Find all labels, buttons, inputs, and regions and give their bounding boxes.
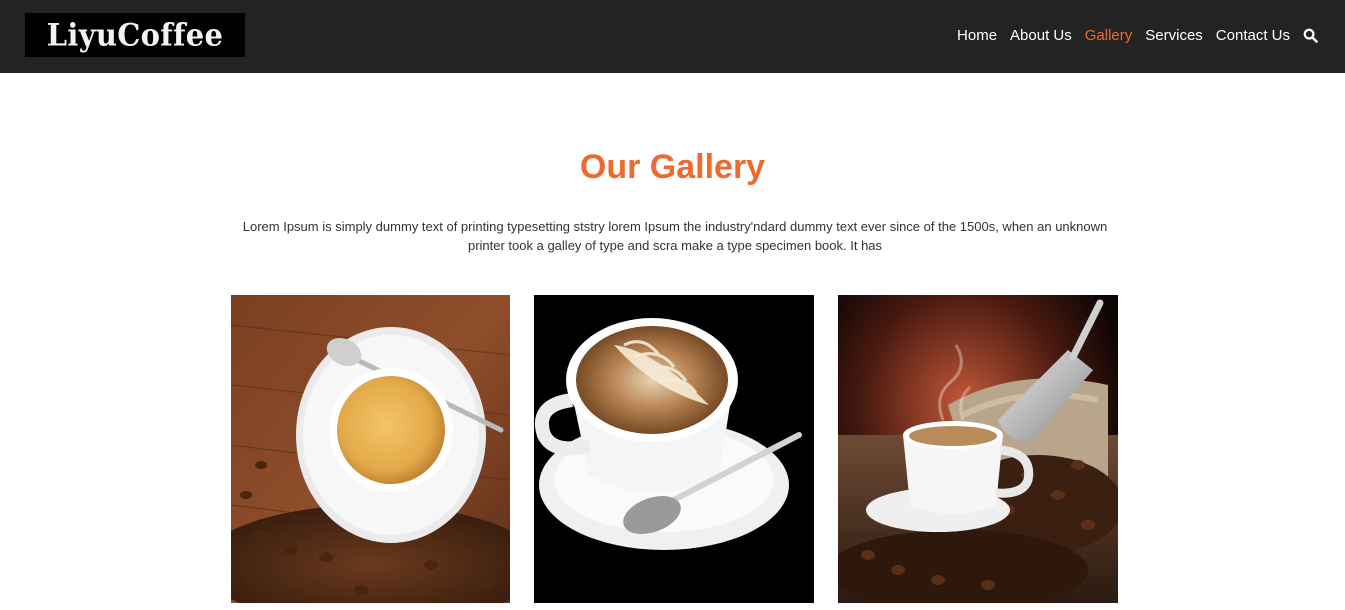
top-header: LiyuCoffee Home About Us Gallery Service… xyxy=(0,0,1345,73)
main-nav: Home About Us Gallery Services Contact U… xyxy=(957,24,1319,46)
gallery-image-coffee-beans-scoop[interactable] xyxy=(838,295,1118,603)
nav-gallery[interactable]: Gallery xyxy=(1085,27,1133,44)
logo-text: LiyuCoffee xyxy=(46,17,224,53)
nav-home[interactable]: Home xyxy=(957,27,997,44)
nav-contact-us[interactable]: Contact Us xyxy=(1216,27,1290,44)
nav-about-us[interactable]: About Us xyxy=(1010,27,1072,44)
nav-services[interactable]: Services xyxy=(1145,27,1203,44)
page-title: Our Gallery xyxy=(579,148,766,186)
gallery-description: Lorem Ipsum is simply dummy text of prin… xyxy=(242,219,1108,253)
site-logo[interactable]: LiyuCoffee xyxy=(25,13,245,57)
search-icon[interactable] xyxy=(1303,27,1319,43)
gallery-image-espresso-top-view[interactable] xyxy=(231,295,510,603)
gallery-image-latte-art[interactable] xyxy=(534,295,814,603)
